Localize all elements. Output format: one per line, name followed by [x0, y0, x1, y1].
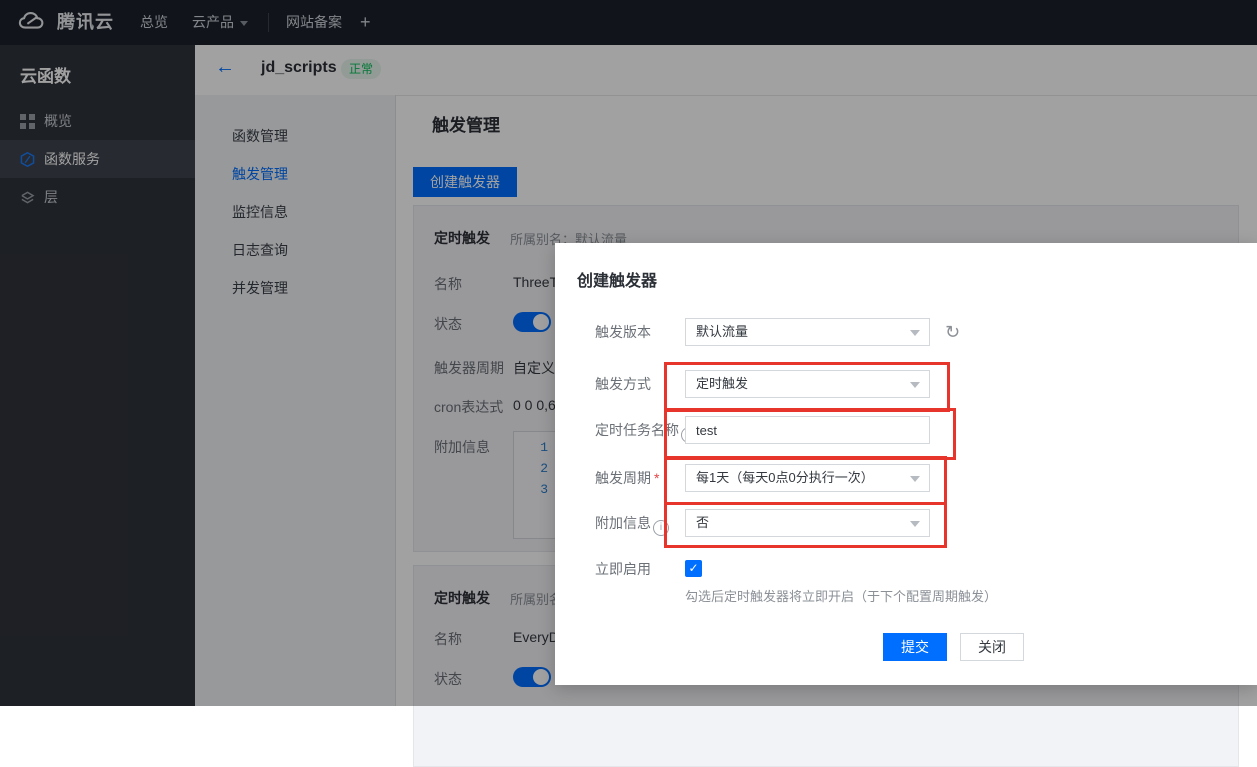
create-trigger-modal: 创建触发器 触发版本 默认流量 触发方式 定时触发 定时任务名称i* 触发周期*…	[555, 243, 1257, 685]
enable-now-checkbox[interactable]	[685, 560, 702, 577]
enable-now-label: 立即启用	[595, 555, 651, 583]
required-star: *	[654, 470, 659, 486]
close-button[interactable]: 关闭	[960, 633, 1024, 661]
info-icon[interactable]: i	[653, 520, 669, 536]
chevron-down-icon	[910, 521, 920, 527]
enable-now-hint: 勾选后定时触发器将立即开启（于下个配置周期触发）	[685, 586, 997, 605]
chevron-down-icon	[910, 476, 920, 482]
trigger-period-select[interactable]: 每1天（每天0点0分执行一次）	[685, 464, 930, 492]
chevron-down-icon	[910, 330, 920, 336]
extra-info-select[interactable]: 否	[685, 509, 930, 537]
refresh-icon[interactable]	[945, 318, 965, 346]
submit-button[interactable]: 提交	[883, 633, 947, 661]
extra-info-label: 附加信息i	[595, 509, 669, 537]
version-select[interactable]: 默认流量	[685, 318, 930, 346]
trigger-period-label: 触发周期*	[595, 464, 659, 492]
chevron-down-icon	[910, 382, 920, 388]
modal-title: 创建触发器	[577, 267, 657, 291]
trigger-method-select[interactable]: 定时触发	[685, 370, 930, 398]
method-label: 触发方式	[595, 370, 651, 398]
version-label: 触发版本	[595, 318, 651, 346]
task-name-input[interactable]	[685, 416, 930, 444]
